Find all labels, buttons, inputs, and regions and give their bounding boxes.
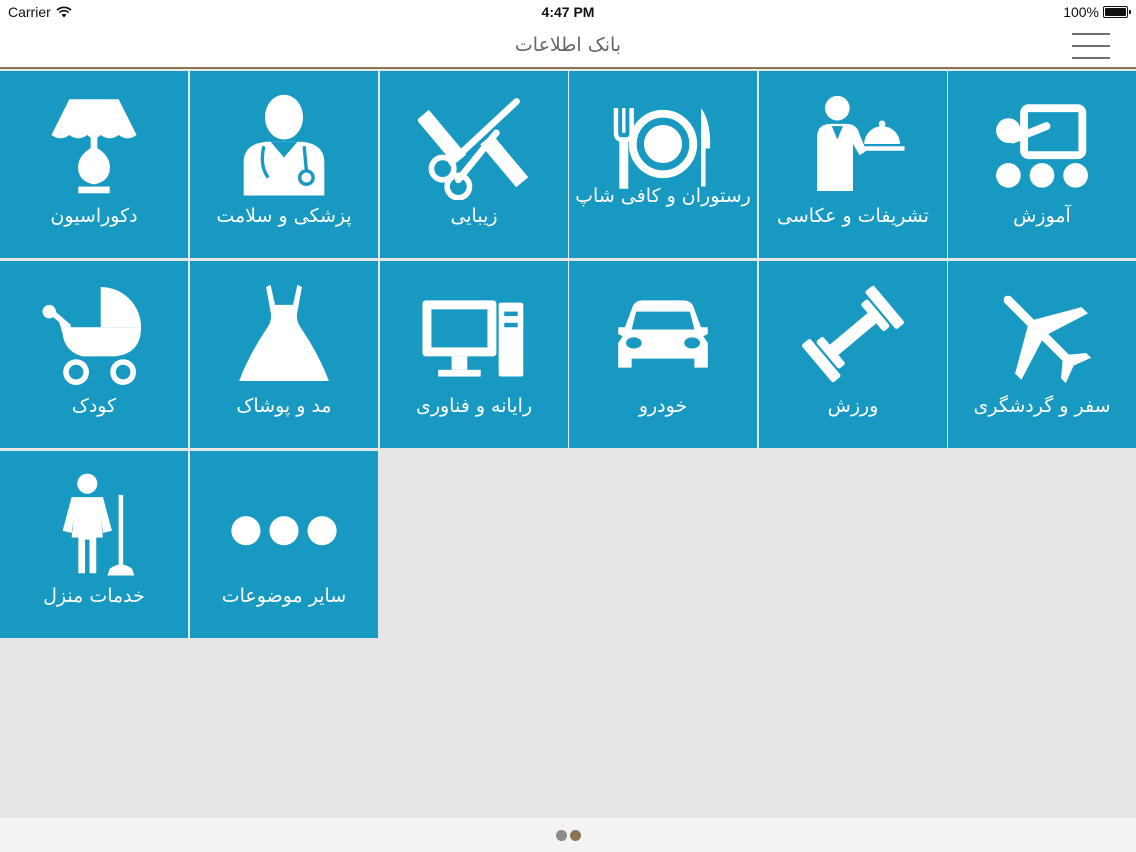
dumbbell-icon: [802, 285, 904, 382]
tile-label: دکوراسیون: [50, 205, 138, 227]
category-tile-home-services[interactable]: خدمات منزل: [0, 451, 188, 638]
category-tile-education[interactable]: آموزش: [948, 71, 1136, 258]
footer-bar: [0, 818, 1136, 852]
category-tile-restaurant-cafe[interactable]: رستوران و کافی شاپ: [569, 71, 757, 258]
more-dots-icon: [231, 515, 337, 545]
classroom-icon: [996, 103, 1088, 188]
tile-label: پزشکی و سلامت: [216, 205, 352, 227]
tile-label: تشریفات و عکاسی: [777, 205, 929, 227]
doctor-icon: [243, 94, 325, 196]
category-tile-other-topics[interactable]: سایر موضوعات: [190, 451, 378, 638]
battery-percent: 100%: [1063, 4, 1099, 20]
navigation-bar: بانک اطلاعات: [0, 24, 1136, 69]
stroller-icon: [42, 286, 142, 385]
airplane-icon: [1003, 295, 1092, 383]
tile-label: ورزش: [827, 395, 879, 417]
tile-label: سایر موضوعات: [221, 585, 347, 607]
category-tile-computer-technology[interactable]: رایانه و فناوری: [380, 261, 568, 448]
housekeeper-icon: [62, 473, 135, 576]
tile-label: رستوران و کافی شاپ: [575, 185, 751, 207]
category-tile-medical-health[interactable]: پزشکی و سلامت: [190, 71, 378, 258]
battery-icon: [1103, 6, 1131, 18]
status-time: 4:47 PM: [541, 4, 595, 20]
page-indicator: [556, 830, 581, 841]
menu-button[interactable]: [1072, 32, 1110, 60]
tile-label: زیبایی: [450, 205, 498, 227]
page-dot-2-active[interactable]: [570, 830, 581, 841]
lamp-icon: [51, 98, 137, 193]
tile-label: سفر و گردشگری: [973, 395, 1111, 417]
category-tile-beauty[interactable]: زیبایی: [380, 71, 568, 258]
battery-status: 100%: [1063, 4, 1131, 20]
category-tile-kids[interactable]: کودک: [0, 261, 188, 448]
page-dot-1[interactable]: [556, 830, 567, 841]
computer-icon: [422, 299, 524, 377]
category-tile-fashion-clothing[interactable]: مد و پوشاک: [190, 261, 378, 448]
tile-label: خدمات منزل: [43, 585, 145, 607]
category-tile-sports[interactable]: ورزش: [759, 261, 947, 448]
category-tile-travel-tourism[interactable]: سفر و گردشگری: [948, 261, 1136, 448]
tile-label: خودرو: [638, 395, 688, 417]
tile-label: آموزش: [1013, 205, 1071, 227]
scissors-comb-icon: [418, 97, 529, 200]
page-title: بانک اطلاعات: [514, 34, 622, 56]
status-bar: Carrier 4:47 PM 100%: [0, 0, 1136, 24]
tile-label: رایانه و فناوری: [415, 395, 533, 417]
category-tile-ceremony-photography[interactable]: تشریفات و عکاسی: [759, 71, 947, 258]
waiter-icon: [817, 95, 905, 191]
car-icon: [618, 299, 708, 368]
hamburger-menu-icon: [1072, 33, 1110, 59]
category-tile-decoration[interactable]: دکوراسیون: [0, 71, 188, 258]
tile-label: کودک: [71, 395, 117, 417]
tile-label: مد و پوشاک: [236, 395, 332, 417]
dress-icon: [239, 284, 329, 381]
category-tile-automobile[interactable]: خودرو: [569, 261, 757, 448]
